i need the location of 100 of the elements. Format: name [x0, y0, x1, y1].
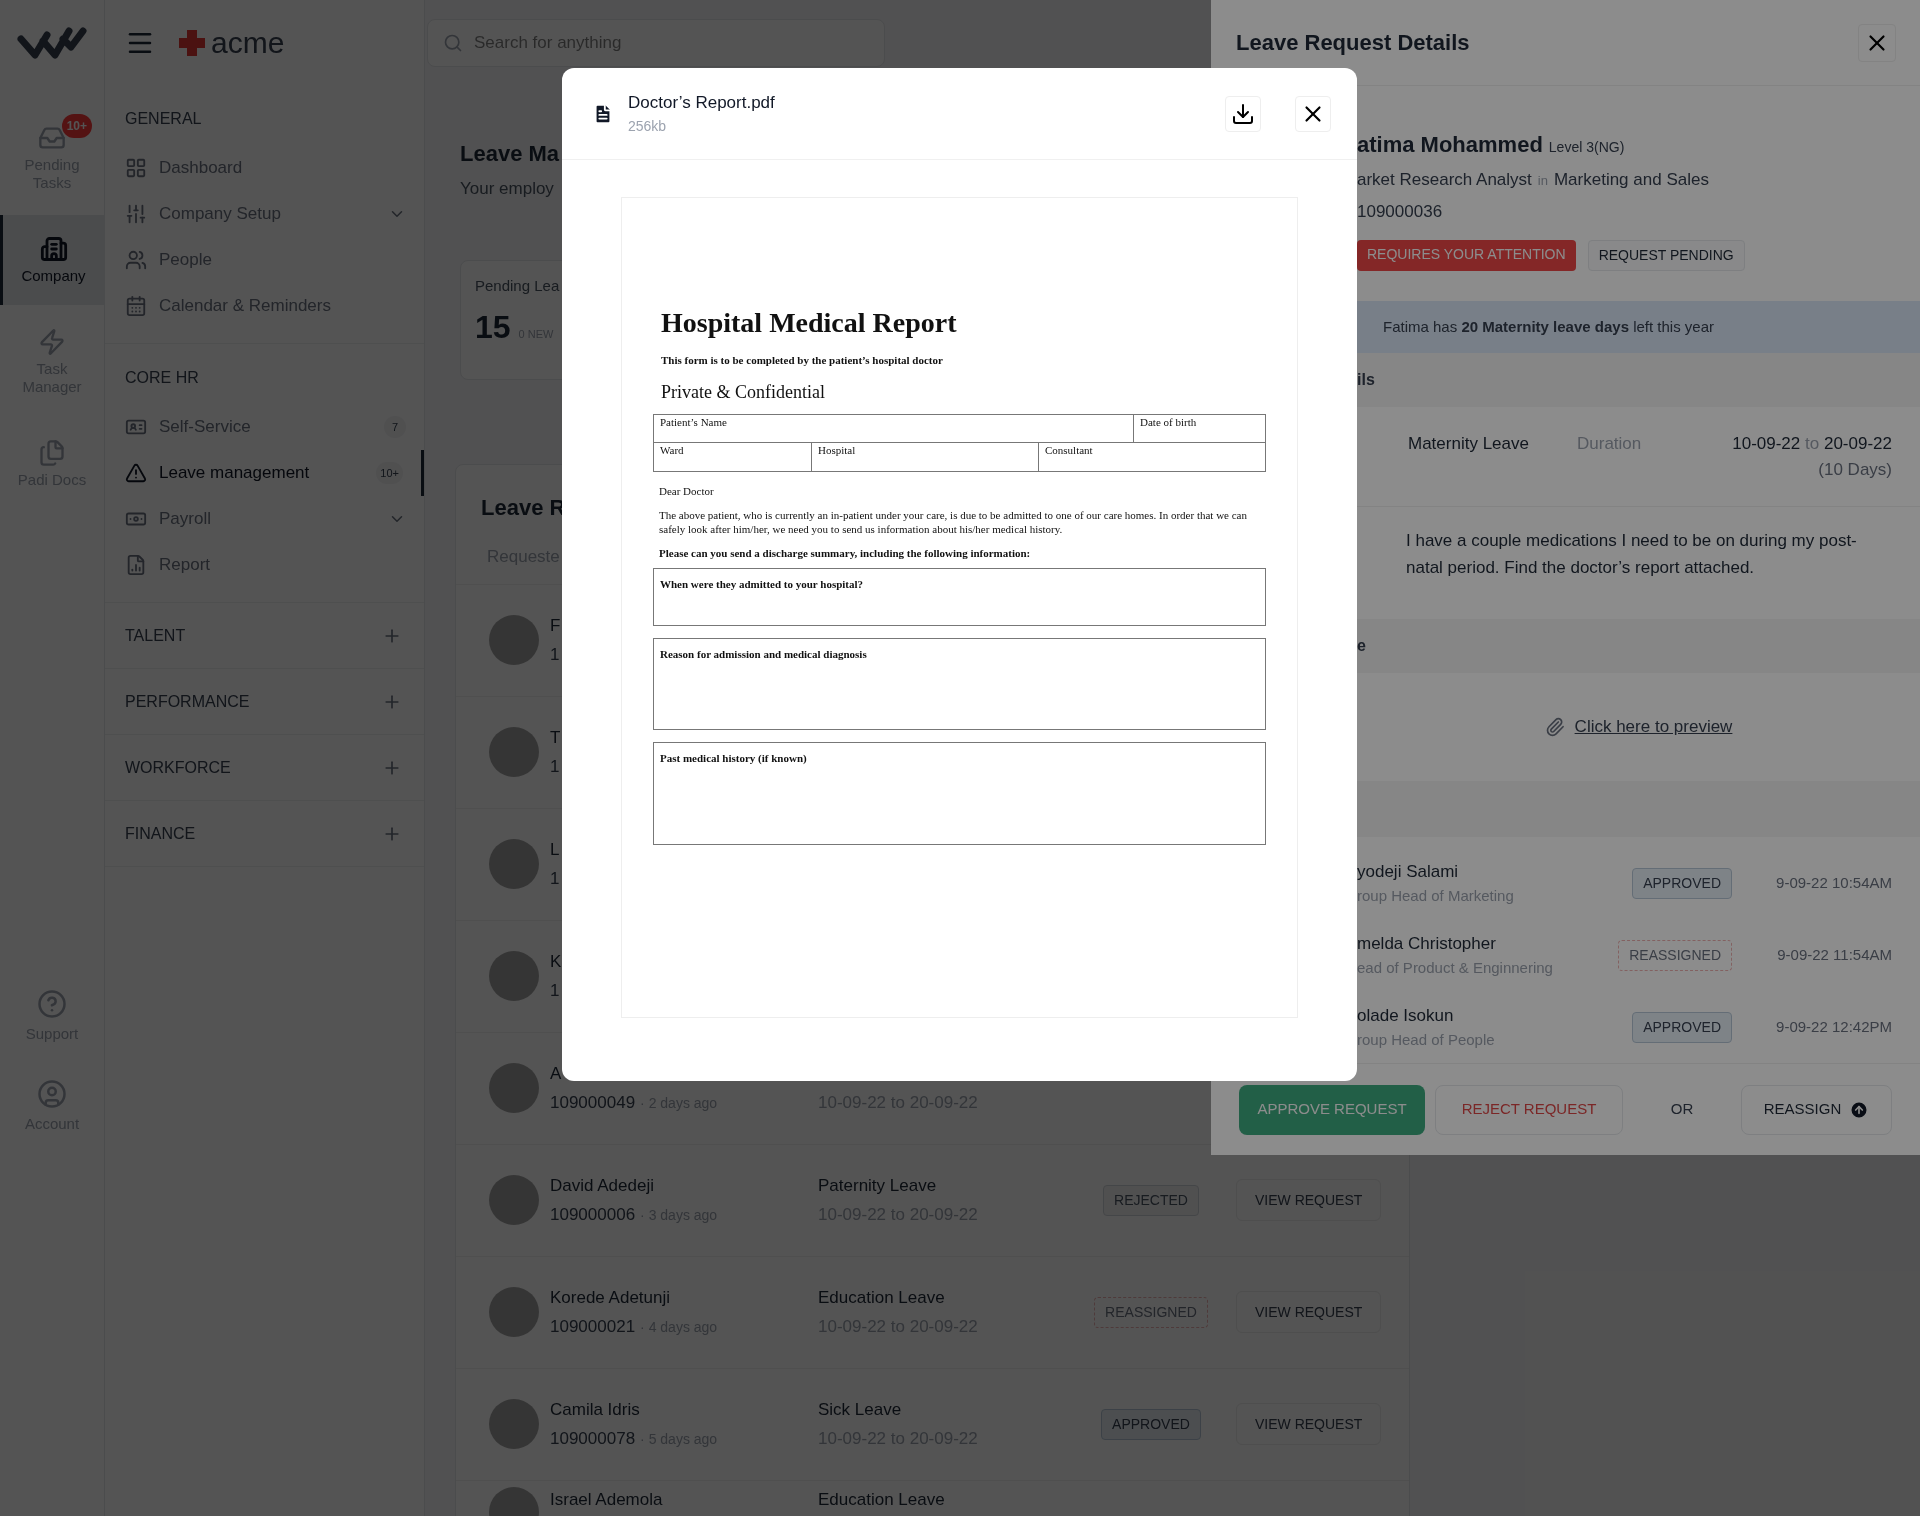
building-icon: [39, 235, 68, 263]
report-icon: [125, 554, 147, 576]
avatar-placeholder: [489, 1287, 539, 1337]
status-badge: REASSIGNED: [1618, 939, 1732, 971]
logo-icon: [17, 24, 87, 61]
employee-id: 109000078: [550, 1428, 636, 1450]
approval-time: 9-09-22 12:42PM: [1775, 1016, 1892, 1037]
employee-id: 1: [550, 644, 560, 666]
approver-name: melda Christopher: [1357, 933, 1497, 955]
employee-role: arket Research Analyst: [1357, 169, 1532, 191]
action-button[interactable]: APPROVE REQUEST: [1239, 1084, 1425, 1135]
avatar-placeholder: [489, 727, 539, 777]
employee-id: 109000006: [550, 1204, 636, 1226]
rail-item[interactable]: Company: [0, 215, 104, 305]
form-table: Patient’s Name Date of birth Ward Hospital Consultant: [653, 413, 1266, 472]
cross-logo-icon: [177, 27, 207, 58]
employee-department: Marketing and Sales: [1553, 169, 1709, 191]
paperclip-icon: [1544, 717, 1565, 737]
page-title: Leave Ma: [460, 140, 560, 168]
answer-box: When were they admitted to your hospital?: [653, 567, 1266, 626]
request-text: Please can you send a discharge summary, including the following information:: [659, 545, 1032, 560]
employee-name: F: [550, 614, 561, 637]
employee-name: Camila Idris: [550, 1398, 640, 1421]
avatar-placeholder: [489, 615, 539, 665]
leave-type: Sick Leave: [818, 1398, 902, 1421]
download-button[interactable]: [1225, 95, 1261, 132]
view-request-button[interactable]: VIEW REQUEST: [1236, 1403, 1382, 1445]
employee-name: A: [550, 1062, 562, 1085]
section-title: FINANCE: [125, 823, 196, 844]
rail-label: Company: [20, 267, 87, 285]
employee-id: 1: [550, 980, 560, 1002]
section-title: WORKFORCE: [125, 757, 231, 778]
download-icon: [1231, 101, 1255, 126]
or-separator: OR: [1669, 1099, 1695, 1120]
user-icon: [37, 1078, 67, 1109]
avatar-placeholder: [489, 1175, 539, 1225]
avatar-placeholder: [489, 951, 539, 1001]
status-badge: REQUEST PENDING: [1587, 240, 1745, 271]
count-badge: 7: [384, 416, 406, 438]
employee-id: 109000049: [550, 1092, 636, 1114]
preview-link[interactable]: Click here to preview: [1574, 714, 1733, 740]
documents-icon: [38, 439, 66, 467]
page-subtitle: Your employ: [460, 178, 554, 200]
employee-id: 109000036: [1357, 200, 1444, 223]
arrow-up-icon: [1849, 1099, 1870, 1120]
section-title: TALENT: [125, 625, 186, 646]
status-badge: REJECTED: [1103, 1184, 1199, 1216]
employee-name: Korede Adetunji: [550, 1286, 671, 1309]
avatar-placeholder: [489, 839, 539, 889]
approver-name: yodeji Salami: [1357, 861, 1460, 883]
status-badge: REQUIRES YOUR ATTENTION: [1357, 240, 1576, 271]
employee-name: Israel Ademola: [550, 1488, 663, 1511]
close-button[interactable]: [1858, 23, 1896, 62]
brand-name: acme: [211, 27, 285, 58]
employee-name: David Adedeji: [550, 1174, 654, 1197]
approval-time: 9-09-22 10:54AM: [1775, 872, 1892, 893]
answer-box: Reason for admission and medical diagnosis: [653, 637, 1266, 730]
file-size: 256kb: [628, 116, 668, 136]
salutation-text: Dear Doctor: [659, 483, 715, 498]
employee-level: Level 3(NG): [1548, 138, 1625, 157]
duration-days: (10 Days): [1818, 456, 1892, 482]
help-icon: [37, 988, 67, 1019]
view-request-button[interactable]: VIEW REQUEST: [1236, 1291, 1382, 1333]
avatar-placeholder: [489, 1399, 539, 1449]
approver-name: olade Isokun: [1357, 1005, 1455, 1027]
avatar-placeholder: [489, 1063, 539, 1113]
file-name: Doctor’s Report.pdf: [628, 92, 776, 115]
leave-reason: I have a couple medications I need to be on during my post-natal period. Find the doctor’s report attached.: [1406, 530, 1858, 579]
close-button[interactable]: [1295, 95, 1331, 132]
calendar-icon: [125, 295, 147, 317]
leave-type: Education Leave: [818, 1286, 945, 1309]
action-button[interactable]: REASSIGN: [1741, 1084, 1892, 1135]
grid-icon: [125, 157, 147, 179]
employee-name: atima Mohammed: [1357, 131, 1543, 159]
drawer-title: Leave Request Details: [1236, 29, 1470, 57]
leave-type: Maternity Leave: [1408, 433, 1530, 455]
employee-id: 109000021: [550, 1316, 636, 1338]
employee-id: 1: [550, 868, 560, 890]
employee-name: K: [550, 950, 562, 973]
approval-time: 9-09-22 11:54AM: [1776, 944, 1892, 965]
status-badge: APPROVED: [1101, 1408, 1201, 1440]
count-badge: 10+: [376, 462, 403, 484]
employee-id: 1: [550, 756, 560, 778]
leave-type: Education Leave: [818, 1488, 945, 1511]
count-badge: 10+: [61, 114, 92, 138]
action-button[interactable]: REJECT REQUEST: [1435, 1084, 1623, 1135]
status-badge: APPROVED: [1632, 1011, 1732, 1043]
body-text: The above patient, who is currently an in-patient under your care, is due to be admitted to one of our care homes. In order that we can safely look after him/her, we need you to send us information about his/her medical history.: [659, 507, 1248, 536]
section-title: GENERAL: [125, 109, 202, 129]
sliders-icon: [125, 203, 147, 225]
employee-name: T: [550, 726, 561, 749]
people-icon: [125, 249, 147, 271]
lightning-icon: [38, 328, 66, 356]
status-badge: APPROVED: [1632, 867, 1732, 899]
warning-icon: [125, 462, 147, 484]
search-icon: [443, 32, 463, 53]
section-title: PERFORMANCE: [125, 691, 250, 712]
leave-type: Paternity Leave: [818, 1174, 937, 1197]
view-request-button[interactable]: VIEW REQUEST: [1236, 1179, 1382, 1221]
section-title: CORE HR: [125, 368, 199, 388]
